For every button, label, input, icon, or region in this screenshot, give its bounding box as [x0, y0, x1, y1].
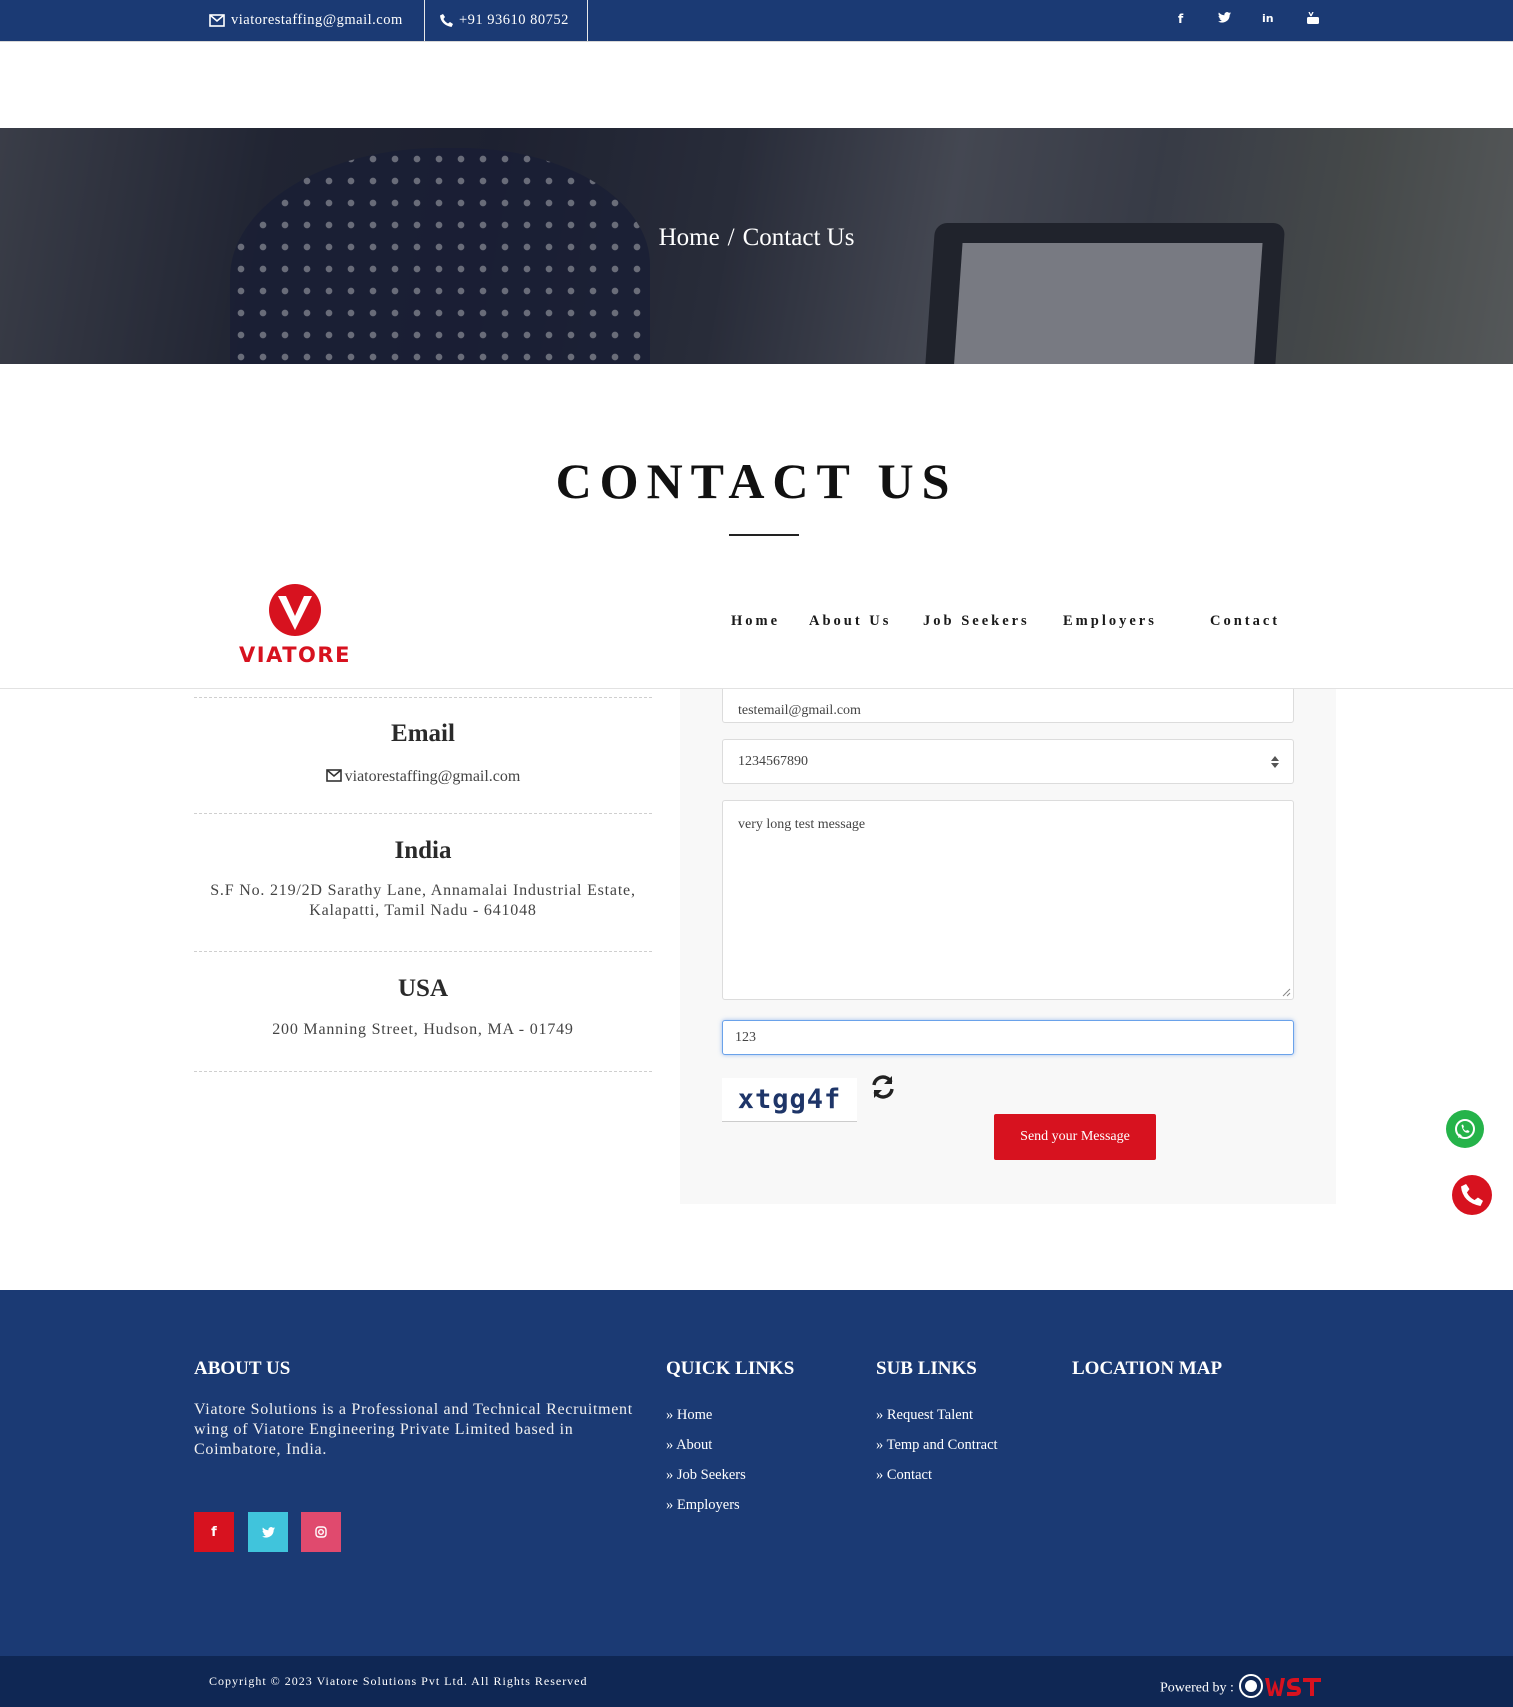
double-chevron-icon: »	[666, 1497, 677, 1513]
footer-quick-links-heading: QUICK LINKS	[666, 1358, 795, 1379]
topbar-divider	[587, 0, 588, 41]
topbar-phone-text: +91 93610 80752	[459, 12, 569, 28]
footer-facebook-icon[interactable]: f	[194, 1512, 234, 1552]
footer-link-label: Temp and Contract	[886, 1437, 998, 1453]
double-chevron-icon: »	[876, 1467, 887, 1483]
usa-heading: USA	[397, 975, 448, 1002]
main-navbar: VIATORE Home About Us Job Seekers Employ…	[0, 570, 1513, 689]
footer-link-label: Home	[676, 1407, 713, 1423]
footer-instagram-icon[interactable]	[301, 1512, 341, 1552]
nav-about-us[interactable]: About Us	[809, 613, 891, 630]
double-chevron-icon: »	[876, 1437, 887, 1453]
footer-sub-link-contact[interactable]: » Contact	[876, 1467, 932, 1484]
india-heading: India	[394, 837, 452, 864]
twitter-icon[interactable]	[1218, 12, 1231, 26]
call-float-button[interactable]	[1452, 1175, 1492, 1215]
facebook-icon[interactable]: f	[1178, 12, 1183, 26]
envelope-icon	[209, 14, 225, 27]
captcha-input-value: 123	[735, 1029, 756, 1045]
nav-job-seekers[interactable]: Job Seekers	[923, 613, 1030, 630]
divider	[194, 951, 652, 952]
nav-contact[interactable]: Contact	[1210, 613, 1280, 630]
double-chevron-icon: »	[666, 1467, 677, 1483]
send-message-button[interactable]: Send your Message	[994, 1114, 1156, 1160]
powered-by-label: Powered by :	[1160, 1680, 1234, 1696]
footer: ABOUT US Viatore Solutions is a Professi…	[0, 1290, 1513, 1656]
breadcrumb-separator: /	[727, 224, 735, 251]
india-address-line1: S.F No. 219/2D Sarathy Lane, Annamalai I…	[210, 882, 636, 899]
envelope-icon	[325, 769, 342, 782]
footer-link-label: Request Talent	[886, 1407, 973, 1423]
whatsapp-icon	[1455, 1119, 1475, 1139]
double-chevron-icon: »	[666, 1407, 677, 1423]
footer-about-heading: ABOUT US	[194, 1358, 291, 1379]
copyright-bar: Copyright © 2023 Viatore Solutions Pvt L…	[0, 1656, 1513, 1707]
topbar-email-link[interactable]: viatorestaffing@gmail.com	[209, 0, 403, 41]
double-chevron-icon: »	[666, 1437, 677, 1453]
phone-icon	[1461, 1184, 1483, 1206]
footer-quick-link-about[interactable]: » About	[666, 1437, 712, 1454]
message-textarea[interactable]: very long test message	[722, 800, 1294, 1000]
footer-quick-link-home[interactable]: » Home	[666, 1407, 712, 1424]
divider	[194, 813, 652, 814]
india-address: S.F No. 219/2D Sarathy Lane, Annamalai I…	[194, 881, 652, 921]
contact-email-text: viatorestaffing@gmail.com	[344, 768, 521, 785]
phone-field[interactable]: 1234567890	[722, 739, 1294, 784]
breadcrumb: Home / Contact Us	[0, 224, 1513, 252]
number-spinner-icon[interactable]	[1271, 755, 1279, 768]
footer-link-label: About	[676, 1437, 713, 1453]
copyright-text: Copyright © 2023 Viatore Solutions Pvt L…	[209, 1674, 588, 1688]
nav-employers[interactable]: Employers	[1063, 613, 1157, 630]
divider	[194, 697, 652, 698]
top-bar: viatorestaffing@gmail.com +91 93610 8075…	[0, 0, 1513, 42]
footer-sub-links-heading: SUB LINKS	[876, 1358, 977, 1379]
phone-field-value: 1234567890	[738, 753, 808, 769]
breadcrumb-current: Contact Us	[742, 224, 855, 251]
page-title: CONTACT US	[555, 453, 958, 509]
hero-banner: Home / Contact Us	[0, 128, 1513, 364]
footer-location-map-heading: LOCATION MAP	[1072, 1358, 1223, 1379]
divider	[194, 1071, 652, 1072]
footer-link-label: Contact	[886, 1467, 932, 1483]
logo-text: VIATORE	[239, 643, 351, 667]
breadcrumb-home-link[interactable]: Home	[659, 224, 720, 251]
footer-link-label: Job Seekers	[676, 1467, 746, 1483]
refresh-captcha-icon[interactable]	[870, 1074, 896, 1105]
contact-email-link[interactable]: viatorestaffing@gmail.com	[194, 767, 652, 787]
youtube-icon[interactable]	[1307, 11, 1319, 27]
developer-logo[interactable]	[1239, 1672, 1323, 1705]
viatore-logo[interactable]: VIATORE	[230, 582, 360, 672]
powered-by: Powered by :	[1160, 1672, 1323, 1705]
resize-handle-icon[interactable]	[1281, 987, 1291, 997]
footer-link-label: Employers	[676, 1497, 740, 1513]
footer-sub-link-temp-contract[interactable]: » Temp and Contract	[876, 1437, 998, 1454]
topbar-email-text: viatorestaffing@gmail.com	[231, 12, 403, 28]
usa-address: 200 Manning Street, Hudson, MA - 01749	[272, 1021, 574, 1038]
footer-quick-link-employers[interactable]: » Employers	[666, 1497, 740, 1514]
footer-quick-link-job-seekers[interactable]: » Job Seekers	[666, 1467, 746, 1484]
whatsapp-float-button[interactable]	[1446, 1110, 1484, 1148]
phone-icon	[440, 14, 453, 27]
nav-home[interactable]: Home	[731, 613, 780, 630]
email-heading: Email	[391, 720, 455, 747]
message-textarea-value: very long test message	[738, 817, 866, 832]
title-underline	[729, 534, 799, 536]
topbar-divider	[424, 0, 425, 41]
linkedin-icon[interactable]: in	[1262, 12, 1274, 25]
footer-twitter-icon[interactable]	[248, 1512, 288, 1552]
india-address-line2: Kalapatti, Tamil Nadu - 641048	[309, 902, 537, 919]
captcha-image: xtgg4f	[722, 1078, 857, 1122]
topbar-phone-link[interactable]: +91 93610 80752	[440, 0, 569, 41]
footer-sub-link-request-talent[interactable]: » Request Talent	[876, 1407, 973, 1424]
captcha-input[interactable]: 123	[722, 1020, 1294, 1055]
double-chevron-icon: »	[876, 1407, 887, 1423]
footer-about-text: Viatore Solutions is a Professional and …	[194, 1401, 633, 1458]
